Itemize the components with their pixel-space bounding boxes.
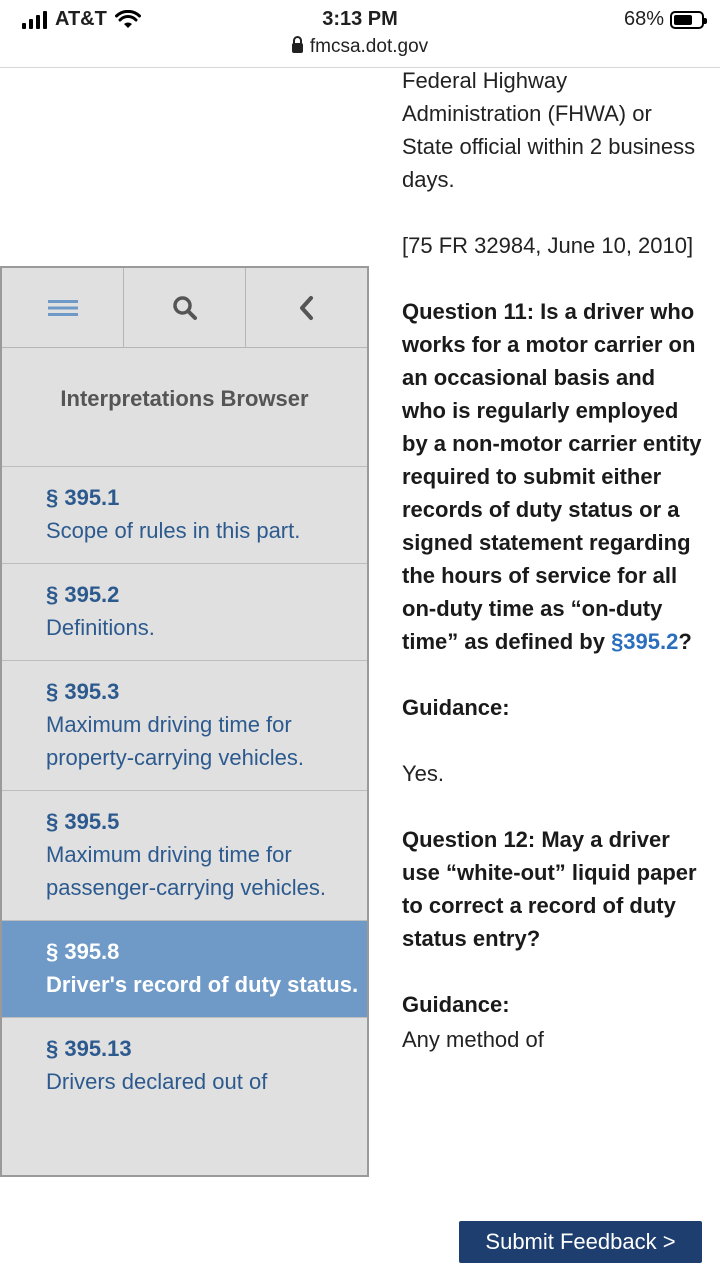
- hamburger-icon: [47, 299, 78, 316]
- guidance-label: Guidance:: [402, 695, 510, 720]
- section-number: § 395.2: [46, 582, 120, 607]
- sidebar-item-395-1[interactable]: § 395.1 Scope of rules in this part.: [2, 466, 367, 563]
- submit-feedback-button[interactable]: Submit Feedback >: [459, 1221, 702, 1263]
- menu-button[interactable]: [2, 268, 124, 347]
- chevron-left-icon: [299, 295, 313, 320]
- section-title: Drivers declared out of: [46, 1069, 268, 1094]
- section-number: § 395.5: [46, 809, 120, 834]
- question-12: Question 12: May a driver use “white-out…: [402, 827, 697, 951]
- section-number: § 395.3: [46, 679, 120, 704]
- section-title: Maximum driving time for property-carryi…: [46, 712, 304, 770]
- status-bar: AT&T 3:13 PM 68% fmcsa.dot.gov: [0, 0, 720, 68]
- sidebar-item-395-3[interactable]: § 395.3 Maximum driving time for propert…: [2, 660, 367, 790]
- section-title: Driver's record of duty status.: [46, 972, 359, 997]
- question-11: Question 11: Is a driver who works for a…: [402, 299, 702, 654]
- battery-icon: [670, 10, 707, 29]
- section-number: § 395.13: [46, 1036, 132, 1061]
- guidance-label-2: Guidance:: [402, 992, 510, 1017]
- address-bar[interactable]: fmcsa.dot.gov: [0, 36, 720, 58]
- clock: 3:13 PM: [322, 8, 398, 30]
- search-button[interactable]: [124, 268, 246, 347]
- battery-percent: 68%: [623, 8, 664, 30]
- section-number: § 395.1: [46, 485, 120, 510]
- sidebar-heading: Interpretations Browser: [60, 386, 309, 411]
- trailing-text: Any method of: [402, 1027, 544, 1052]
- main-content: Federal Highway Administration (FHWA) or…: [402, 64, 702, 1089]
- citation: [75 FR 32984, June 10, 2010]: [402, 233, 694, 258]
- sidebar-item-395-2[interactable]: § 395.2 Definitions.: [2, 563, 367, 660]
- url-text: fmcsa.dot.gov: [309, 36, 429, 57]
- section-title: Scope of rules in this part.: [46, 518, 301, 543]
- interpretations-browser: Interpretations Browser § 395.1 Scope of…: [0, 266, 369, 1177]
- sidebar-item-395-8[interactable]: § 395.8 Driver's record of duty status.: [2, 920, 367, 1017]
- battery-area: 68%: [623, 8, 707, 31]
- paragraph: Federal Highway Administration (FHWA) or…: [402, 68, 696, 192]
- sidebar-toolbar: [2, 268, 367, 348]
- lock-icon: [291, 36, 303, 53]
- sidebar-item-395-5[interactable]: § 395.5 Maximum driving time for passeng…: [2, 790, 367, 920]
- guidance-answer: Yes.: [402, 761, 445, 786]
- sidebar-item-395-13[interactable]: § 395.13 Drivers declared out of: [2, 1017, 367, 1121]
- section-395-2-link[interactable]: §395.2: [611, 629, 678, 654]
- section-title: Maximum driving time for passenger-carry…: [46, 842, 327, 900]
- search-icon: [172, 295, 197, 320]
- section-title: Definitions.: [46, 615, 155, 640]
- section-number: § 395.8: [46, 939, 120, 964]
- collapse-button[interactable]: [246, 268, 367, 347]
